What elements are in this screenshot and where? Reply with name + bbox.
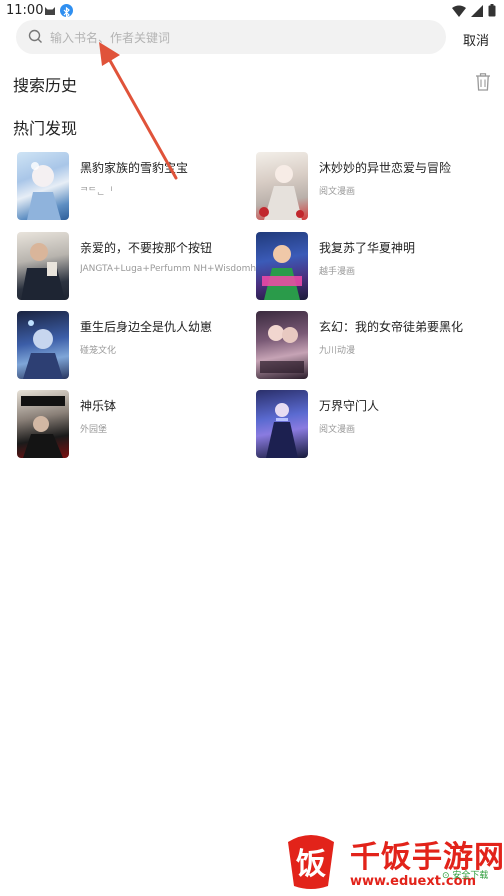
book-author: 碰笼文化 bbox=[80, 346, 117, 356]
book-author: 越手漫画 bbox=[319, 267, 356, 277]
book-item[interactable]: 神乐钵 外园堡 bbox=[17, 390, 257, 460]
book-item[interactable]: 万界守门人 阅文漫画 bbox=[256, 390, 496, 460]
book-cover bbox=[17, 311, 69, 379]
bluetooth-icon bbox=[60, 4, 73, 19]
book-cover bbox=[17, 390, 69, 458]
book-item[interactable]: 黑豹家族的雪豹宝宝 ᄏᄃᆫᅵ bbox=[17, 152, 257, 222]
book-title: 玄幻：我的女帝徒弟要黑化 bbox=[319, 320, 464, 334]
book-title: 重生后身边全是仇人幼崽 bbox=[80, 320, 213, 334]
book-title: 亲爱的，不要按那个按钮 bbox=[80, 241, 213, 255]
book-title: 神乐钵 bbox=[80, 399, 117, 413]
app-notification-icon bbox=[45, 7, 55, 15]
book-cover bbox=[256, 152, 308, 220]
search-input[interactable] bbox=[48, 20, 432, 56]
watermark-logo-icon: 饭 bbox=[288, 835, 334, 889]
trash-icon[interactable] bbox=[475, 73, 491, 91]
battery-icon bbox=[488, 4, 496, 17]
book-cover bbox=[256, 390, 308, 458]
hot-discovery-title: 热门发现 bbox=[13, 119, 78, 138]
search-bar[interactable] bbox=[16, 20, 446, 56]
status-bar: 11:00 bbox=[0, 0, 504, 22]
book-title: 万界守门人 bbox=[319, 399, 380, 413]
book-title: 我复苏了华夏神明 bbox=[319, 241, 416, 255]
book-author: 九川动漫 bbox=[319, 346, 356, 356]
book-cover bbox=[17, 152, 69, 220]
search-history-title: 搜索历史 bbox=[13, 76, 78, 95]
book-author: 外园堡 bbox=[80, 425, 108, 435]
wifi-icon bbox=[452, 5, 466, 17]
book-item[interactable]: 玄幻：我的女帝徒弟要黑化 九川动漫 bbox=[256, 311, 496, 381]
book-title: 沐妙妙的异世恋爱与冒险 bbox=[319, 161, 452, 175]
watermark-logo-char: 饭 bbox=[296, 847, 326, 882]
book-item[interactable]: 重生后身边全是仇人幼崽 碰笼文化 bbox=[17, 311, 257, 381]
book-cover bbox=[256, 232, 308, 300]
book-cover bbox=[256, 311, 308, 379]
book-item[interactable]: 沐妙妙的异世恋爱与冒险 阅文漫画 bbox=[256, 152, 496, 222]
book-title: 黑豹家族的雪豹宝宝 bbox=[80, 161, 189, 175]
search-icon bbox=[28, 29, 42, 43]
cancel-button[interactable]: 取消 bbox=[463, 30, 489, 49]
book-author: 阅文漫画 bbox=[319, 425, 356, 435]
watermark-logo: 饭 千饭手游网 www.eduext.com ⊙ 安全下载 bbox=[280, 830, 504, 896]
book-item[interactable]: 亲爱的，不要按那个按钮 JANGTA+Luga+Perfumm NH+Wisdo… bbox=[17, 232, 257, 302]
book-author: 阅文漫画 bbox=[319, 187, 356, 197]
status-time: 11:00 bbox=[6, 3, 44, 18]
signal-icon bbox=[471, 4, 483, 17]
book-cover bbox=[17, 232, 69, 300]
book-item[interactable]: 我复苏了华夏神明 越手漫画 bbox=[256, 232, 496, 302]
status-icons bbox=[452, 4, 496, 17]
book-author: JANGTA+Luga+Perfumm NH+Wisdomhou... bbox=[80, 264, 256, 274]
watermark-badge: ⊙ 安全下载 bbox=[442, 871, 489, 881]
book-author: ᄏᄃᆫᅵ bbox=[80, 187, 114, 197]
